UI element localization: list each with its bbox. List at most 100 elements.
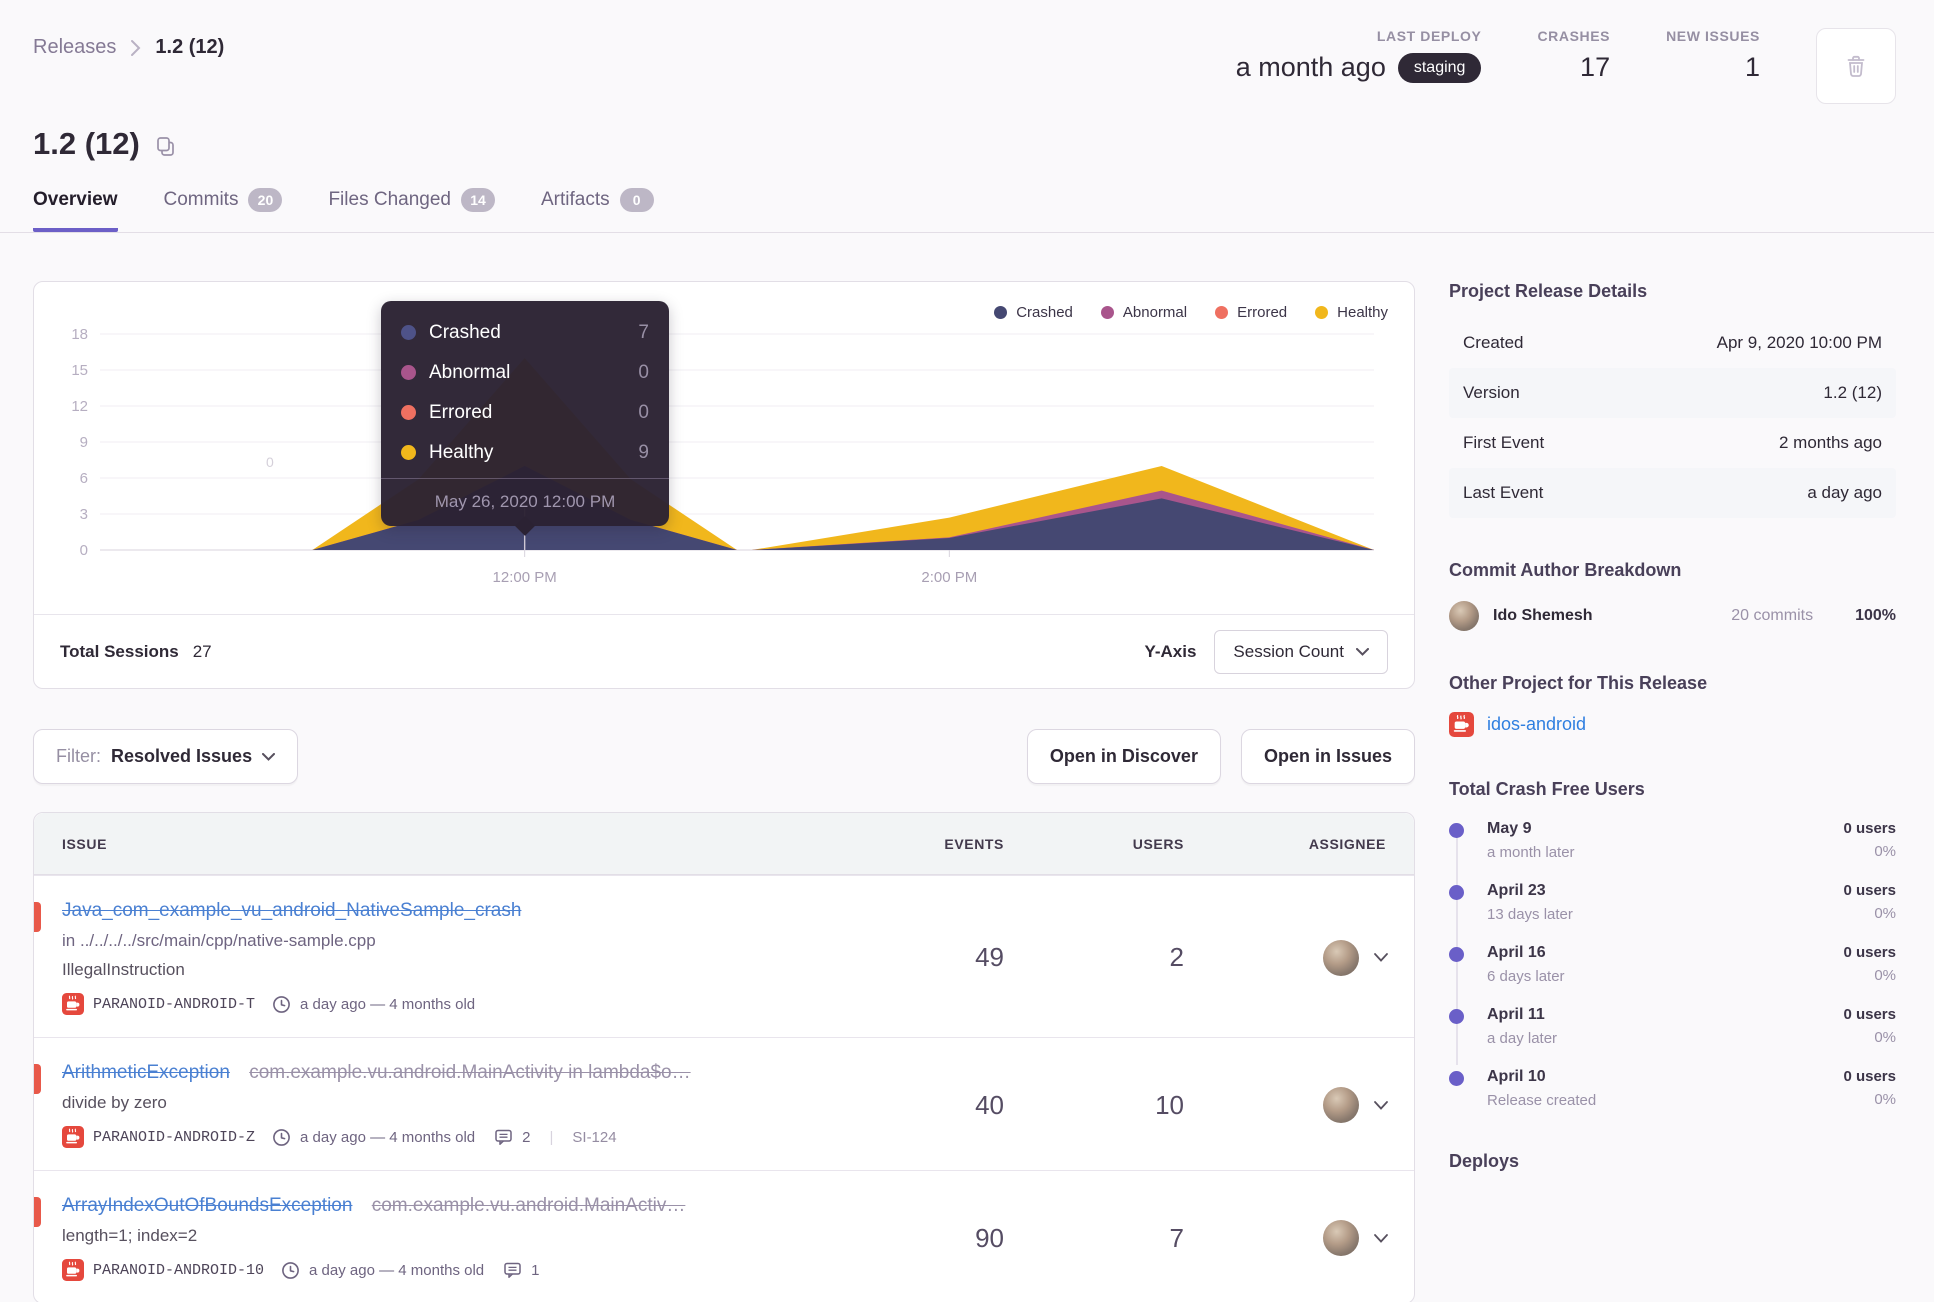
assignee-dropdown[interactable]: [1184, 1220, 1414, 1256]
sessions-chart[interactable]: 0 3 6 9 12 15 18 12:00 PM 2:00 PM Crashed Abnorm…: [34, 282, 1414, 614]
other-project-heading: Other Project for This Release: [1449, 673, 1708, 693]
release-overview-page: Releases 1.2 (12) LAST DEPLOY a month ag…: [0, 0, 1934, 1302]
timeline-percent: 0%: [1874, 1029, 1896, 1046]
sessions-chart-panel: 0 3 6 9 12 15 18 12:00 PM 2:00 PM Crashed Abnorm…: [33, 281, 1415, 689]
issue-culprit: com.example.vu.android.MainActivity in l…: [249, 1062, 691, 1083]
timeline-dot: [1449, 1009, 1464, 1024]
other-project-row: idos-android: [1449, 712, 1896, 737]
release-tabs: Overview Commits 20 Files Changed 14 Art…: [0, 162, 1934, 232]
tab-files-changed[interactable]: Files Changed 14: [328, 188, 495, 232]
detail-label: First Event: [1463, 433, 1545, 452]
environment-badge: staging: [1397, 52, 1482, 83]
java-project-icon: [62, 1259, 84, 1281]
tab-artifacts[interactable]: Artifacts 0: [541, 188, 654, 232]
tab-artifacts-badge: 0: [619, 188, 654, 212]
author-avatar: [1449, 601, 1479, 631]
issue-age: a day ago — 4 months old: [300, 995, 476, 1013]
issue-events-count: 49: [975, 942, 1004, 972]
copy-version-button[interactable]: [154, 135, 177, 158]
tooltip-dot-healthy: [401, 445, 416, 460]
breadcrumb-releases-link[interactable]: Releases: [33, 36, 116, 59]
open-in-discover-label: Open in Discover: [1049, 746, 1198, 766]
issue-title-link[interactable]: Java_com_example_vu_android_NativeSample…: [62, 900, 521, 921]
author-name: Ido Shemesh: [1493, 607, 1593, 624]
tooltip-row-errored: Errored 0: [401, 397, 649, 428]
detail-label: Created: [1463, 333, 1524, 352]
issue-age: a day ago — 4 months old: [300, 1128, 476, 1146]
project-tag[interactable]: PARANOID-ANDROID-10: [93, 1262, 264, 1279]
detail-label: Version: [1463, 383, 1520, 402]
java-project-icon: [1449, 712, 1474, 737]
issue-users-count: 7: [1169, 1222, 1184, 1253]
legend-item-crashed[interactable]: Crashed: [994, 304, 1073, 321]
timeline-dot: [1449, 823, 1464, 838]
legend-label-errored: Errored: [1237, 304, 1288, 321]
chevron-down-icon: [1374, 1233, 1388, 1243]
issue-culprit: com.example.vu.android.MainActiv…: [371, 1195, 686, 1216]
detail-value: Apr 9, 2020 10:00 PM: [1716, 333, 1882, 352]
breadcrumb-chevron-icon: [131, 39, 141, 56]
issue-title-link[interactable]: ArrayIndexOutOfBoundsException: [62, 1195, 352, 1216]
assignee-avatar: [1323, 939, 1359, 976]
tooltip-label-healthy: Healthy: [429, 441, 494, 463]
timeline-percent: 0%: [1874, 905, 1896, 922]
timeline-dot: [1449, 1071, 1464, 1086]
issue-message: IllegalInstruction: [62, 960, 185, 979]
timeline-users: 0 users: [1843, 944, 1896, 961]
other-project-link[interactable]: idos-android: [1487, 714, 1586, 735]
timeline-when: Release created: [1487, 1092, 1597, 1109]
detail-value: 2 months ago: [1778, 433, 1882, 452]
comment-count: 1: [531, 1261, 540, 1279]
legend-item-errored[interactable]: Errored: [1215, 304, 1287, 321]
filter-row: Filter: Resolved Issues Open in Discover…: [33, 729, 1415, 784]
chevron-down-icon: [262, 752, 276, 761]
svg-text:15: 15: [71, 362, 88, 379]
stat-last-deploy: LAST DEPLOY a month ago staging: [1236, 28, 1482, 83]
tab-commits-badge: 20: [248, 188, 283, 212]
svg-text:2:00 PM: 2:00 PM: [921, 569, 977, 586]
timeline-when: 13 days later: [1487, 906, 1573, 923]
legend-label-crashed: Crashed: [1016, 304, 1073, 321]
assignee-dropdown[interactable]: [1184, 939, 1414, 976]
open-in-discover-button[interactable]: Open in Discover: [1026, 729, 1221, 784]
trash-icon: [1847, 55, 1865, 77]
tab-commits[interactable]: Commits 20: [164, 188, 283, 232]
open-in-issues-label: Open in Issues: [1263, 746, 1392, 766]
legend-label-healthy: Healthy: [1337, 304, 1388, 321]
detail-value: a day ago: [1807, 483, 1882, 502]
svg-text:12: 12: [71, 398, 88, 415]
java-project-icon: [62, 993, 84, 1015]
y-axis-select[interactable]: Session Count: [1214, 629, 1388, 674]
open-in-issues-button[interactable]: Open in Issues: [1240, 729, 1415, 784]
column-issue: ISSUE: [62, 835, 108, 852]
tooltip-dot-abnormal: [401, 365, 416, 380]
timeline-percent: 0%: [1874, 843, 1896, 860]
project-tag[interactable]: PARANOID-ANDROID-Z: [93, 1129, 255, 1146]
total-sessions-value: 27: [192, 641, 212, 661]
legend-item-healthy[interactable]: Healthy: [1315, 304, 1388, 321]
tooltip-dot-errored: [401, 405, 416, 420]
column-users: USERS: [1132, 835, 1184, 852]
author-percent: 100%: [1855, 607, 1896, 624]
issues-filter-dropdown[interactable]: Filter: Resolved Issues: [33, 729, 299, 784]
chevron-down-icon: [1356, 647, 1369, 656]
topbar: Releases 1.2 (12) LAST DEPLOY a month ag…: [0, 0, 1934, 104]
tooltip-row-healthy: Healthy 9: [401, 437, 649, 468]
issue-title-link[interactable]: ArithmeticException: [62, 1062, 230, 1083]
chart-footer: Total Sessions 27 Y-Axis Session Count: [34, 614, 1414, 688]
issue-row: Java_com_example_vu_android_NativeSample…: [34, 875, 1414, 1037]
tab-overview[interactable]: Overview: [33, 188, 118, 232]
deploys-heading: Deploys: [1449, 1151, 1520, 1171]
legend-item-abnormal[interactable]: Abnormal: [1100, 304, 1187, 321]
timeline-date: April 11: [1487, 1006, 1545, 1023]
issues-table: ISSUE EVENTS USERS ASSIGNEE Java_com_exa…: [33, 812, 1415, 1302]
tooltip-value-errored: 0: [638, 401, 649, 423]
issue-row: ArithmeticException com.example.vu.andro…: [34, 1037, 1414, 1170]
crash-free-users-section: Total Crash Free Users May 9 a month lat…: [1449, 779, 1896, 1109]
assignee-dropdown[interactable]: [1184, 1087, 1414, 1123]
tab-files-changed-label: Files Changed: [328, 189, 451, 210]
project-tag[interactable]: PARANOID-ANDROID-T: [93, 996, 255, 1013]
delete-release-button[interactable]: [1816, 28, 1896, 104]
timeline-date: April 23: [1487, 882, 1546, 899]
crashes-label: CRASHES: [1537, 28, 1611, 44]
